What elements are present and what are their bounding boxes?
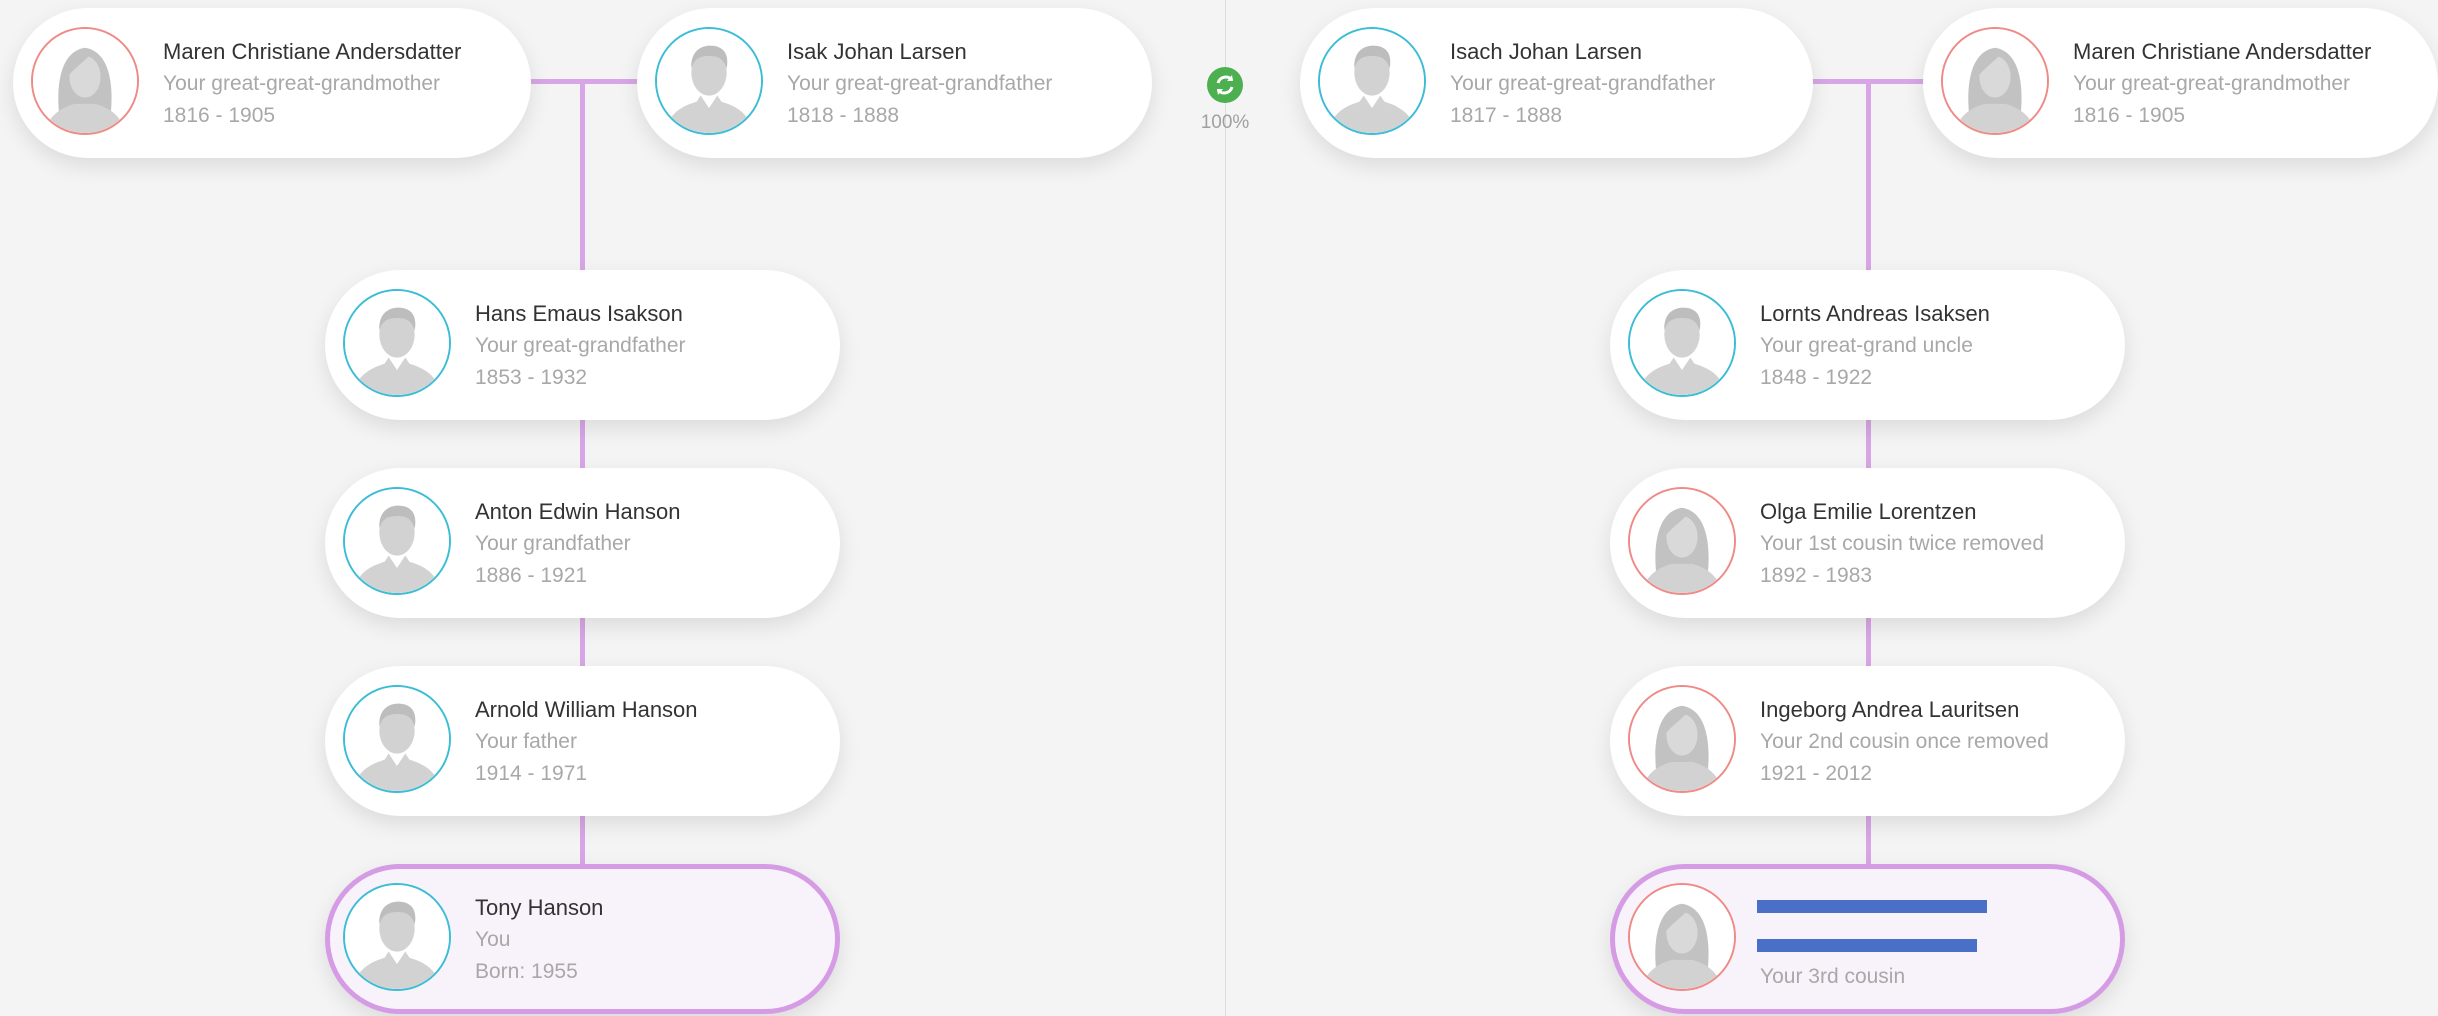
couple-connector-right (1811, 79, 1938, 84)
person-relation: Your 3rd cousin (1760, 965, 1906, 988)
person-relation: Your great-great-grandmother (2073, 71, 2351, 95)
person-name: Anton Edwin Hanson (475, 498, 681, 524)
person-years: 1853 - 1932 (475, 365, 588, 389)
person-name: Olga Emilie Lorentzen (1760, 498, 1977, 524)
refresh-icon[interactable] (1207, 67, 1243, 103)
male-avatar-icon (343, 883, 451, 991)
person-card-isach-larsen[interactable]: Isach Johan Larsen Your great-great-gran… (1300, 8, 1813, 158)
person-years: 1892 - 1983 (1760, 563, 1873, 587)
person-name: Maren Christiane Andersdatter (2073, 38, 2372, 64)
person-card-maren-right[interactable]: Maren Christiane Andersdatter Your great… (1923, 8, 2438, 158)
person-relation: Your great-great-grandfather (787, 71, 1053, 95)
female-avatar-icon (1628, 487, 1736, 595)
person-name: Arnold William Hanson (475, 696, 698, 722)
person-years: Born: 1955 (475, 959, 578, 983)
person-card-hans-isakson[interactable]: Hans Emaus Isakson Your great-grandfathe… (325, 270, 840, 420)
female-avatar-icon (1628, 883, 1736, 991)
person-name: Maren Christiane Andersdatter (163, 38, 462, 64)
male-avatar-icon (343, 289, 451, 397)
male-avatar-icon (343, 685, 451, 793)
person-card-isak-larsen[interactable]: Isak Johan Larsen Your great-great-grand… (637, 8, 1152, 158)
person-relation: You (475, 927, 511, 951)
person-years: 1914 - 1971 (475, 761, 588, 785)
center-divider (1225, 0, 1226, 1016)
person-name: Hans Emaus Isakson (475, 300, 683, 326)
person-card-olga-lorentzen[interactable]: Olga Emilie Lorentzen Your 1st cousin tw… (1610, 468, 2125, 618)
person-name: Ingeborg Andrea Lauritsen (1760, 696, 2020, 722)
person-relation: Your father (475, 729, 577, 753)
person-card-anton-hanson[interactable]: Anton Edwin Hanson Your grandfather 1886… (325, 468, 840, 618)
person-years: 1816 - 1905 (2073, 103, 2186, 127)
person-card-self[interactable]: Tony Hanson You Born: 1955 (325, 864, 840, 1014)
person-name: Isach Johan Larsen (1450, 38, 1643, 64)
person-relation: Your 2nd cousin once removed (1760, 729, 2049, 753)
person-years: 1921 - 2012 (1760, 761, 1873, 785)
person-card-arnold-hanson[interactable]: Arnold William Hanson Your father 1914 -… (325, 666, 840, 816)
person-relation: Your great-great-grandfather (1450, 71, 1716, 95)
person-years: 1818 - 1888 (787, 103, 900, 127)
person-years: 1848 - 1922 (1760, 365, 1873, 389)
person-name: Lornts Andreas Isaksen (1760, 300, 1990, 326)
redacted-name-line-1 (1757, 900, 1987, 913)
zoom-level: 100% (1200, 112, 1250, 133)
person-card-maren-left[interactable]: Maren Christiane Andersdatter Your great… (13, 8, 531, 158)
person-years: 1817 - 1888 (1450, 103, 1563, 127)
person-card-3rd-cousin[interactable]: Your 3rd cousin (1610, 864, 2125, 1014)
male-avatar-icon (1318, 27, 1426, 135)
person-years: 1886 - 1921 (475, 563, 588, 587)
male-avatar-icon (343, 487, 451, 595)
person-relation: Your 1st cousin twice removed (1760, 531, 2045, 555)
person-years: 1816 - 1905 (163, 103, 276, 127)
person-relation: Your great-grandfather (475, 333, 686, 357)
person-name: Tony Hanson (475, 894, 604, 920)
person-card-lornts-isaksen[interactable]: Lornts Andreas Isaksen Your great-grand … (1610, 270, 2125, 420)
person-name: Isak Johan Larsen (787, 38, 967, 64)
person-relation: Your grandfather (475, 531, 631, 555)
person-relation: Your great-grand uncle (1760, 333, 1973, 357)
redacted-name-line-2 (1757, 939, 1977, 952)
person-card-ingeborg-lauritsen[interactable]: Ingeborg Andrea Lauritsen Your 2nd cousi… (1610, 666, 2125, 816)
female-avatar-icon (31, 27, 139, 135)
male-avatar-icon (1628, 289, 1736, 397)
female-avatar-icon (1628, 685, 1736, 793)
female-avatar-icon (1941, 27, 2049, 135)
couple-connector-left (530, 79, 640, 84)
male-avatar-icon (655, 27, 763, 135)
person-relation: Your great-great-grandmother (163, 71, 441, 95)
